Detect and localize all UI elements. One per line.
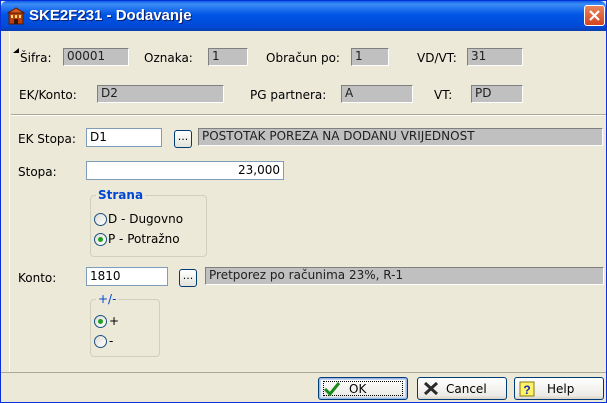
radio-minus[interactable]: [94, 335, 107, 348]
title-bar[interactable]: SKE2F231 - Dodavanje: [1, 1, 606, 31]
help-button[interactable]: ? Help: [514, 377, 604, 400]
sign-group-title: +/-: [96, 292, 119, 306]
ekkonto-field: D2: [97, 85, 224, 103]
radio-minus-label[interactable]: -: [109, 334, 113, 348]
stopa-input[interactable]: 23,000: [86, 161, 284, 180]
obracun-label: Obračun po:: [266, 51, 340, 65]
radio-plus[interactable]: [94, 315, 107, 328]
corner-marker-icon: [13, 48, 19, 53]
svg-text:?: ?: [523, 383, 530, 397]
ekstopa-label: EK Stopa:: [18, 132, 76, 146]
vdvt-field: 31: [467, 48, 523, 66]
ok-label: OK: [349, 382, 367, 396]
pg-partnera-field: A: [341, 85, 413, 103]
radio-potrazno-label[interactable]: P - Potražno: [108, 232, 180, 246]
vdvt-label: VD/VT:: [417, 51, 457, 65]
strana-group: [90, 195, 207, 257]
sifra-field: 00001: [63, 48, 129, 66]
close-button[interactable]: [584, 5, 605, 26]
konto-lookup-button[interactable]: ...: [179, 269, 197, 287]
radio-selected-dot: [98, 319, 103, 324]
strana-group-title: Strana: [96, 188, 146, 202]
ekstopa-description: POSTOTAK POREZA NA DODANU VRIJEDNOST: [198, 128, 603, 146]
pg-partnera-label: PG partnera:: [250, 88, 327, 102]
sifra-label: Šifra:: [20, 51, 52, 65]
ekkonto-label: EK/Konto:: [19, 88, 77, 102]
oznaka-label: Oznaka:: [144, 51, 193, 65]
vt-field: PD: [471, 85, 523, 103]
radio-plus-label[interactable]: +: [109, 314, 119, 328]
konto-label: Konto:: [18, 271, 57, 285]
help-label: Help: [547, 382, 575, 396]
building-icon: [6, 7, 26, 25]
oznaka-field: 1: [208, 48, 248, 66]
separator: [11, 114, 606, 116]
window-title: SKE2F231 - Dodavanje: [29, 7, 192, 24]
x-icon: [423, 381, 439, 396]
ekstopa-lookup-button[interactable]: ...: [174, 130, 192, 148]
question-icon: ?: [519, 381, 535, 397]
stopa-label: Stopa:: [18, 165, 57, 179]
cancel-button[interactable]: Cancel: [417, 377, 507, 400]
ok-button[interactable]: OK: [318, 377, 408, 400]
checkmark-icon: [323, 382, 341, 396]
radio-dugovno[interactable]: [94, 213, 107, 226]
radio-potrazno[interactable]: [94, 233, 107, 246]
obracun-field: 1: [351, 48, 389, 66]
konto-description: Pretporez po računima 23%, R-1: [205, 267, 604, 285]
radio-selected-dot: [98, 237, 103, 242]
ekstopa-input[interactable]: D1: [86, 128, 162, 147]
konto-input[interactable]: 1810: [86, 267, 168, 286]
close-icon: [589, 10, 600, 21]
sign-group: [90, 299, 160, 357]
cancel-label: Cancel: [446, 382, 487, 396]
dialog-window: SKE2F231 - Dodavanje Šifra: 00001 Oznaka…: [0, 0, 607, 403]
vt-label: VT:: [434, 88, 453, 102]
radio-dugovno-label[interactable]: D - Dugovno: [108, 212, 183, 226]
